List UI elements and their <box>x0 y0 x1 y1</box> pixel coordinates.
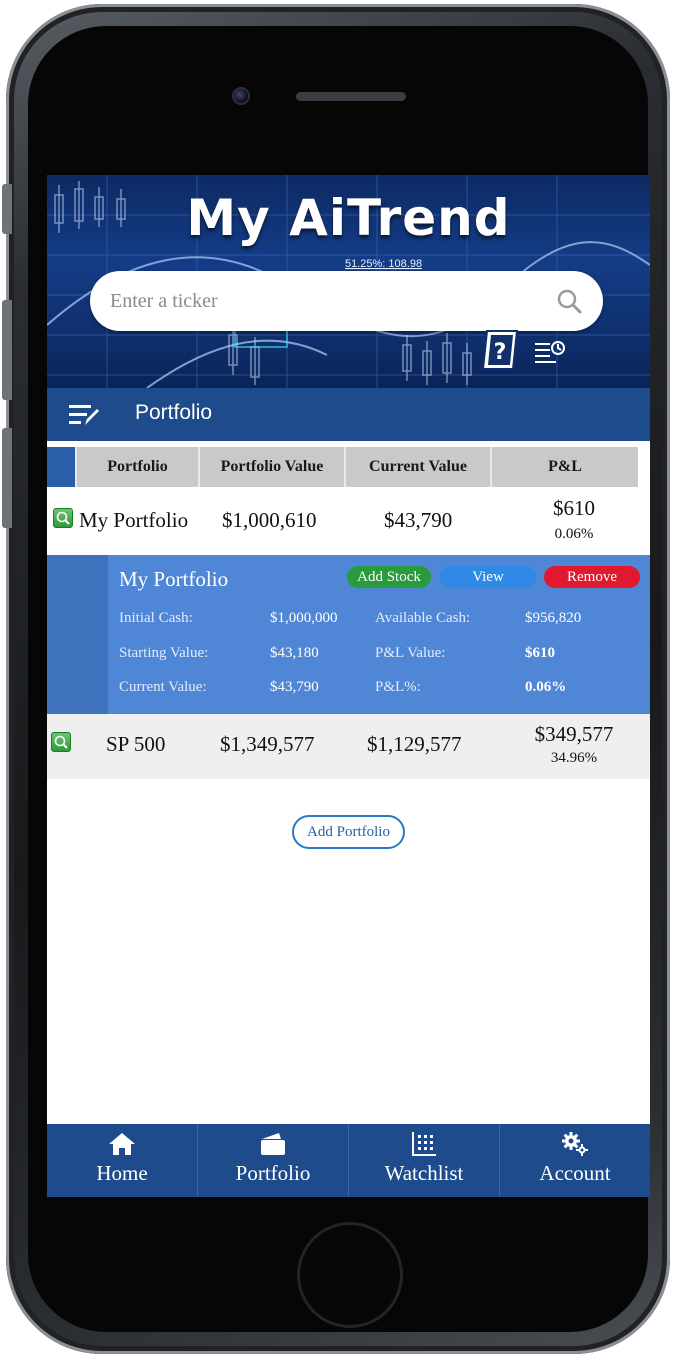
pl-percent-value: 0.06% <box>525 679 567 695</box>
view-button[interactable]: View <box>440 566 536 588</box>
svg-text:51.25%: 108.98: 51.25%: 108.98 <box>345 258 422 270</box>
gears-icon <box>562 1132 588 1156</box>
bottom-navigation: Home Portfolio Watchlist Account <box>47 1124 650 1197</box>
row-portfolio-name[interactable]: SP 500 <box>106 732 165 757</box>
table-row[interactable]: SP 500 $1,349,577 $1,129,577 $349,577 34… <box>47 714 650 779</box>
row-portfolio-value: $1,000,610 <box>222 508 317 532</box>
initial-cash-label: Initial Cash: <box>119 610 193 626</box>
watchlist-icon <box>412 1132 436 1156</box>
portfolio-table-header: Portfolio Portfolio Value Current Value … <box>47 447 638 487</box>
starting-value-label: Starting Value: <box>119 645 209 661</box>
nav-home-label: Home <box>96 1161 148 1185</box>
col-portfolio-value: Portfolio Value <box>200 447 346 487</box>
row-pl: $349,577 <box>534 722 614 746</box>
home-icon <box>109 1133 135 1155</box>
available-cash-value: $956,820 <box>525 610 582 626</box>
volume-up-button <box>2 300 12 400</box>
volume-down-button <box>2 428 12 528</box>
table-row[interactable]: My Portfolio $1,000,610 $43,790 $610 0.0… <box>47 487 650 555</box>
initial-cash-value: $1,000,000 <box>270 610 338 626</box>
wallet-icon <box>261 1133 285 1155</box>
pl-percent-label: P&L%: <box>375 679 421 695</box>
ticker-search-input[interactable] <box>110 283 530 319</box>
current-value: $43,790 <box>270 679 319 695</box>
add-stock-button[interactable]: Add Stock <box>347 566 431 588</box>
nav-watchlist-label: Watchlist <box>384 1161 464 1185</box>
search-bar[interactable] <box>90 271 603 331</box>
nav-portfolio-label: Portfolio <box>235 1161 311 1185</box>
nav-account[interactable]: Account <box>500 1124 650 1197</box>
starting-value: $43,180 <box>270 645 319 661</box>
search-icon[interactable] <box>555 287 583 315</box>
section-title: Portfolio <box>135 401 213 424</box>
app-logo: My AiTrend <box>186 189 511 247</box>
zoom-details-icon[interactable] <box>53 508 73 528</box>
remove-button[interactable]: Remove <box>544 566 640 588</box>
front-camera <box>232 87 250 105</box>
speaker-grille <box>296 92 406 101</box>
header-spacer <box>47 447 77 487</box>
nav-watchlist[interactable]: Watchlist <box>349 1124 500 1197</box>
section-header: Portfolio <box>47 388 650 441</box>
add-portfolio-button[interactable]: Add Portfolio <box>292 815 405 849</box>
home-hardware-button[interactable] <box>297 1222 403 1328</box>
col-pl: P&L <box>548 458 582 475</box>
row-current-value: $43,790 <box>384 508 453 532</box>
silent-switch <box>2 184 12 234</box>
app-screen: 51.25%: 108.98 My AiTrend ? <box>47 175 650 1197</box>
row-current-value: $1,129,577 <box>367 732 462 756</box>
zoom-details-icon[interactable] <box>51 732 71 752</box>
menu-edit-icon[interactable] <box>69 403 99 427</box>
help-question-icon[interactable]: ? <box>479 327 521 373</box>
col-portfolio: Portfolio <box>77 447 200 487</box>
history-menu-icon[interactable] <box>534 338 566 364</box>
col-current-value: Current Value <box>346 447 492 487</box>
detail-side-strip <box>47 555 108 714</box>
pl-value: $610 <box>525 645 555 661</box>
portfolio-detail-panel: My Portfolio Add Stock View Remove Initi… <box>47 555 650 714</box>
nav-portfolio[interactable]: Portfolio <box>198 1124 349 1197</box>
row-pl-percent: 0.06% <box>554 526 594 542</box>
current-value-label: Current Value: <box>119 679 207 695</box>
row-pl: $610 <box>553 496 595 520</box>
row-portfolio-value: $1,349,577 <box>220 732 315 756</box>
nav-account-label: Account <box>539 1161 611 1185</box>
row-pl-percent: 34.96% <box>550 750 598 766</box>
header-banner: 51.25%: 108.98 My AiTrend ? <box>47 175 650 388</box>
detail-portfolio-name: My Portfolio <box>119 567 229 591</box>
pl-value-label: P&L Value: <box>375 645 446 661</box>
nav-home[interactable]: Home <box>47 1124 198 1197</box>
available-cash-label: Available Cash: <box>375 610 471 626</box>
svg-text:?: ? <box>494 340 507 365</box>
row-portfolio-name[interactable]: My Portfolio <box>79 508 188 533</box>
